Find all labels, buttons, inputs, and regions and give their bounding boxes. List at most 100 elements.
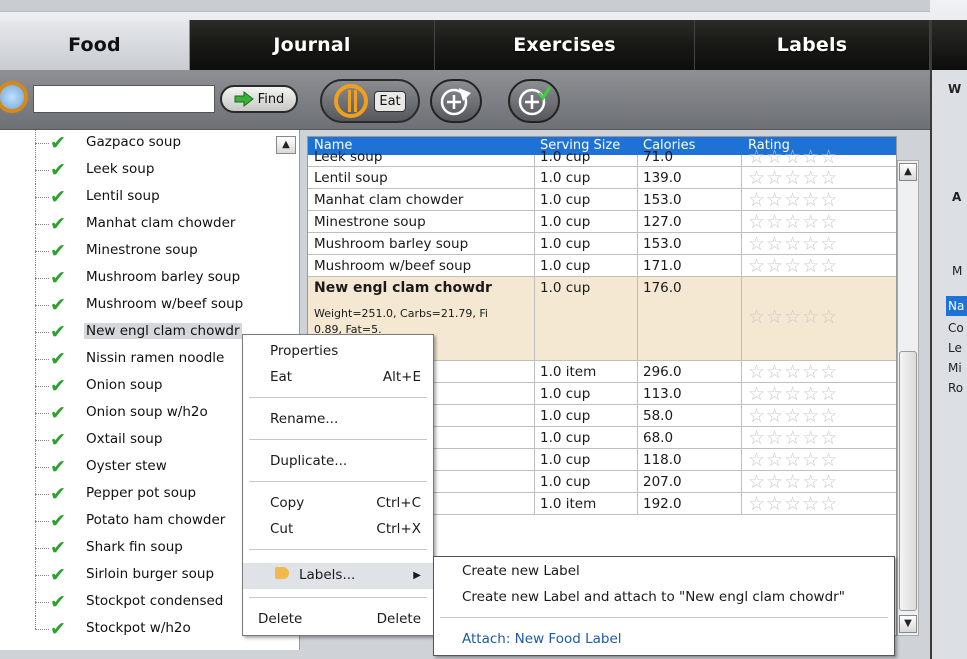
cell-name: Mushroom w/beef soup: [314, 258, 472, 274]
cell-calories: 153.0: [643, 192, 682, 208]
menu-item-duplicate[interactable]: Duplicate...: [243, 449, 433, 473]
menu-item-labels[interactable]: Labels... ▶: [243, 563, 433, 589]
rating-stars[interactable]: ☆☆☆☆☆: [748, 212, 838, 232]
tab-labels[interactable]: Labels: [695, 20, 930, 70]
table-row[interactable]: Minestrone soup 1.0 cup 127.0 ☆☆☆☆☆: [308, 211, 896, 233]
rating-stars[interactable]: ☆☆☆☆☆: [748, 362, 838, 382]
menu-item-cut[interactable]: Cut Ctrl+X: [243, 517, 433, 541]
submenu-item-attach-label[interactable]: Attach: New Food Label: [434, 627, 894, 651]
find-button-label: Find: [257, 91, 285, 107]
rating-stars[interactable]: ☆☆☆☆☆: [748, 428, 838, 448]
rating-stars[interactable]: ☆☆☆☆☆: [748, 234, 838, 254]
rating-stars[interactable]: ☆☆☆☆☆: [748, 190, 838, 210]
cell-serving-size: 1.0 cup: [540, 474, 591, 490]
rating-stars[interactable]: ☆☆☆☆☆: [748, 472, 838, 492]
check-icon: ✔: [50, 348, 66, 370]
cell-name: Manhat clam chowder: [314, 192, 464, 208]
scroll-up-button[interactable]: ▲: [899, 163, 917, 181]
submenu-item-create-attach[interactable]: Create new Label and attach to "New engl…: [434, 585, 894, 609]
right-panel-text: Ro: [948, 381, 964, 395]
check-icon: ✔: [50, 159, 66, 181]
check-icon: ✔: [50, 456, 66, 478]
tree-item[interactable]: ✔ Gazpaco soup: [0, 130, 290, 157]
tab-journal[interactable]: Journal: [190, 20, 435, 70]
rating-stars[interactable]: ☆☆☆☆☆: [748, 450, 838, 470]
check-icon: ✔: [50, 429, 66, 451]
scroll-thumb[interactable]: [899, 351, 917, 611]
cell-serving-size: 1.0 cup: [540, 280, 591, 296]
tree-item-label: Potato ham chowder: [86, 512, 226, 528]
rating-stars[interactable]: ☆☆☆☆☆: [748, 307, 838, 327]
cell-calories: 118.0: [643, 452, 682, 468]
new-food-button[interactable]: [430, 79, 482, 123]
new-recipe-button[interactable]: [508, 79, 560, 123]
right-panel-text: Co: [948, 321, 964, 335]
cell-serving-size: 1.0 cup: [540, 408, 591, 424]
check-icon: ✔: [50, 132, 66, 154]
menu-item-rename[interactable]: Rename...: [243, 407, 433, 431]
add-check-icon: [518, 86, 551, 116]
table-row[interactable]: Lentil soup 1.0 cup 139.0 ☆☆☆☆☆: [308, 167, 896, 189]
rating-stars[interactable]: ☆☆☆☆☆: [748, 256, 838, 276]
cell-serving-size: 1.0 cup: [540, 258, 591, 274]
check-icon: ✔: [50, 294, 66, 316]
rating-stars[interactable]: ☆☆☆☆☆: [748, 494, 838, 514]
toolbar: Find Eat: [0, 70, 930, 130]
cell-calories: 176.0: [643, 280, 682, 296]
table-row[interactable]: Manhat clam chowder 1.0 cup 153.0 ☆☆☆☆☆: [308, 189, 896, 211]
rating-stars[interactable]: ☆☆☆☆☆: [748, 147, 838, 167]
menu-item-delete[interactable]: Delete Delete: [243, 607, 433, 631]
cell-name: Minestrone soup: [314, 214, 426, 230]
menu-item-copy[interactable]: Copy Ctrl+C: [243, 491, 433, 515]
check-icon: ✔: [50, 510, 66, 532]
tree-item-label: Oyster stew: [86, 458, 167, 474]
cell-serving-size: 1.0 cup: [540, 192, 591, 208]
menu-item-label: Cut: [270, 521, 294, 537]
check-icon: ✔: [50, 537, 66, 559]
cell-detail: Weight=251.0, Carbs=21.79, Fi: [314, 307, 488, 320]
tree-item-label: Minestrone soup: [86, 242, 198, 258]
tree-item-label: Pepper pot soup: [86, 485, 197, 501]
eat-button-label: Eat: [374, 90, 406, 112]
submenu-arrow-icon: ▶: [413, 570, 421, 581]
scroll-up-button[interactable]: ▲: [276, 136, 296, 154]
table-row[interactable]: Mushroom barley soup 1.0 cup 153.0 ☆☆☆☆☆: [308, 233, 896, 255]
tree-item[interactable]: ✔ Manhat clam chowder: [0, 211, 290, 238]
scroll-down-button[interactable]: ▼: [899, 615, 917, 633]
submenu-item-create-label[interactable]: Create new Label: [434, 559, 894, 583]
tree-item-label: Onion soup: [86, 377, 163, 393]
tree-item[interactable]: ✔ Mushroom w/beef soup: [0, 292, 290, 319]
tree-item-label: Sirloin burger soup: [86, 566, 215, 582]
tab-exercises[interactable]: Exercises: [435, 20, 695, 70]
rating-stars[interactable]: ☆☆☆☆☆: [748, 384, 838, 404]
menu-item-shortcut: Ctrl+X: [376, 521, 421, 537]
check-icon: ✔: [50, 321, 66, 343]
tree-item[interactable]: ✔ Mushroom barley soup: [0, 265, 290, 292]
rating-stars[interactable]: ☆☆☆☆☆: [748, 168, 838, 188]
table-row[interactable]: Leek soup 1.0 cup 71.0 ☆☆☆☆☆: [308, 147, 896, 167]
tree-item-label: Leek soup: [86, 161, 155, 177]
rating-stars[interactable]: ☆☆☆☆☆: [748, 406, 838, 426]
menu-item-label: Labels...: [299, 567, 356, 583]
search-input[interactable]: [33, 85, 215, 113]
tab-bar: Food Journal Exercises Labels: [0, 0, 967, 70]
table-scrollbar[interactable]: ▲ ▼: [897, 160, 919, 636]
right-panel-text: W: [948, 82, 962, 96]
add-arrow-icon: [440, 88, 471, 116]
menu-item-eat[interactable]: Eat Alt+E: [243, 365, 433, 389]
tree-item-label: Manhat clam chowder: [86, 215, 236, 231]
submenu-item-label: Create new Label: [462, 563, 580, 579]
menu-item-properties[interactable]: Properties: [243, 339, 433, 363]
table-row[interactable]: Mushroom w/beef soup 1.0 cup 171.0 ☆☆☆☆☆: [308, 255, 896, 277]
eat-button[interactable]: Eat: [320, 79, 420, 123]
tree-item-label: Shark fin soup: [86, 539, 183, 555]
cell-serving-size: 1.0 item: [540, 364, 597, 380]
tree-item[interactable]: ✔ Lentil soup: [0, 184, 290, 211]
right-panel-text: Le: [948, 341, 962, 355]
cell-name: Leek soup: [314, 149, 383, 165]
tree-item[interactable]: ✔ Minestrone soup: [0, 238, 290, 265]
find-button[interactable]: Find: [220, 85, 298, 113]
cell-name: New engl clam chowdr: [314, 280, 492, 296]
tab-food[interactable]: Food: [0, 20, 190, 70]
tree-item[interactable]: ✔ Leek soup: [0, 157, 290, 184]
